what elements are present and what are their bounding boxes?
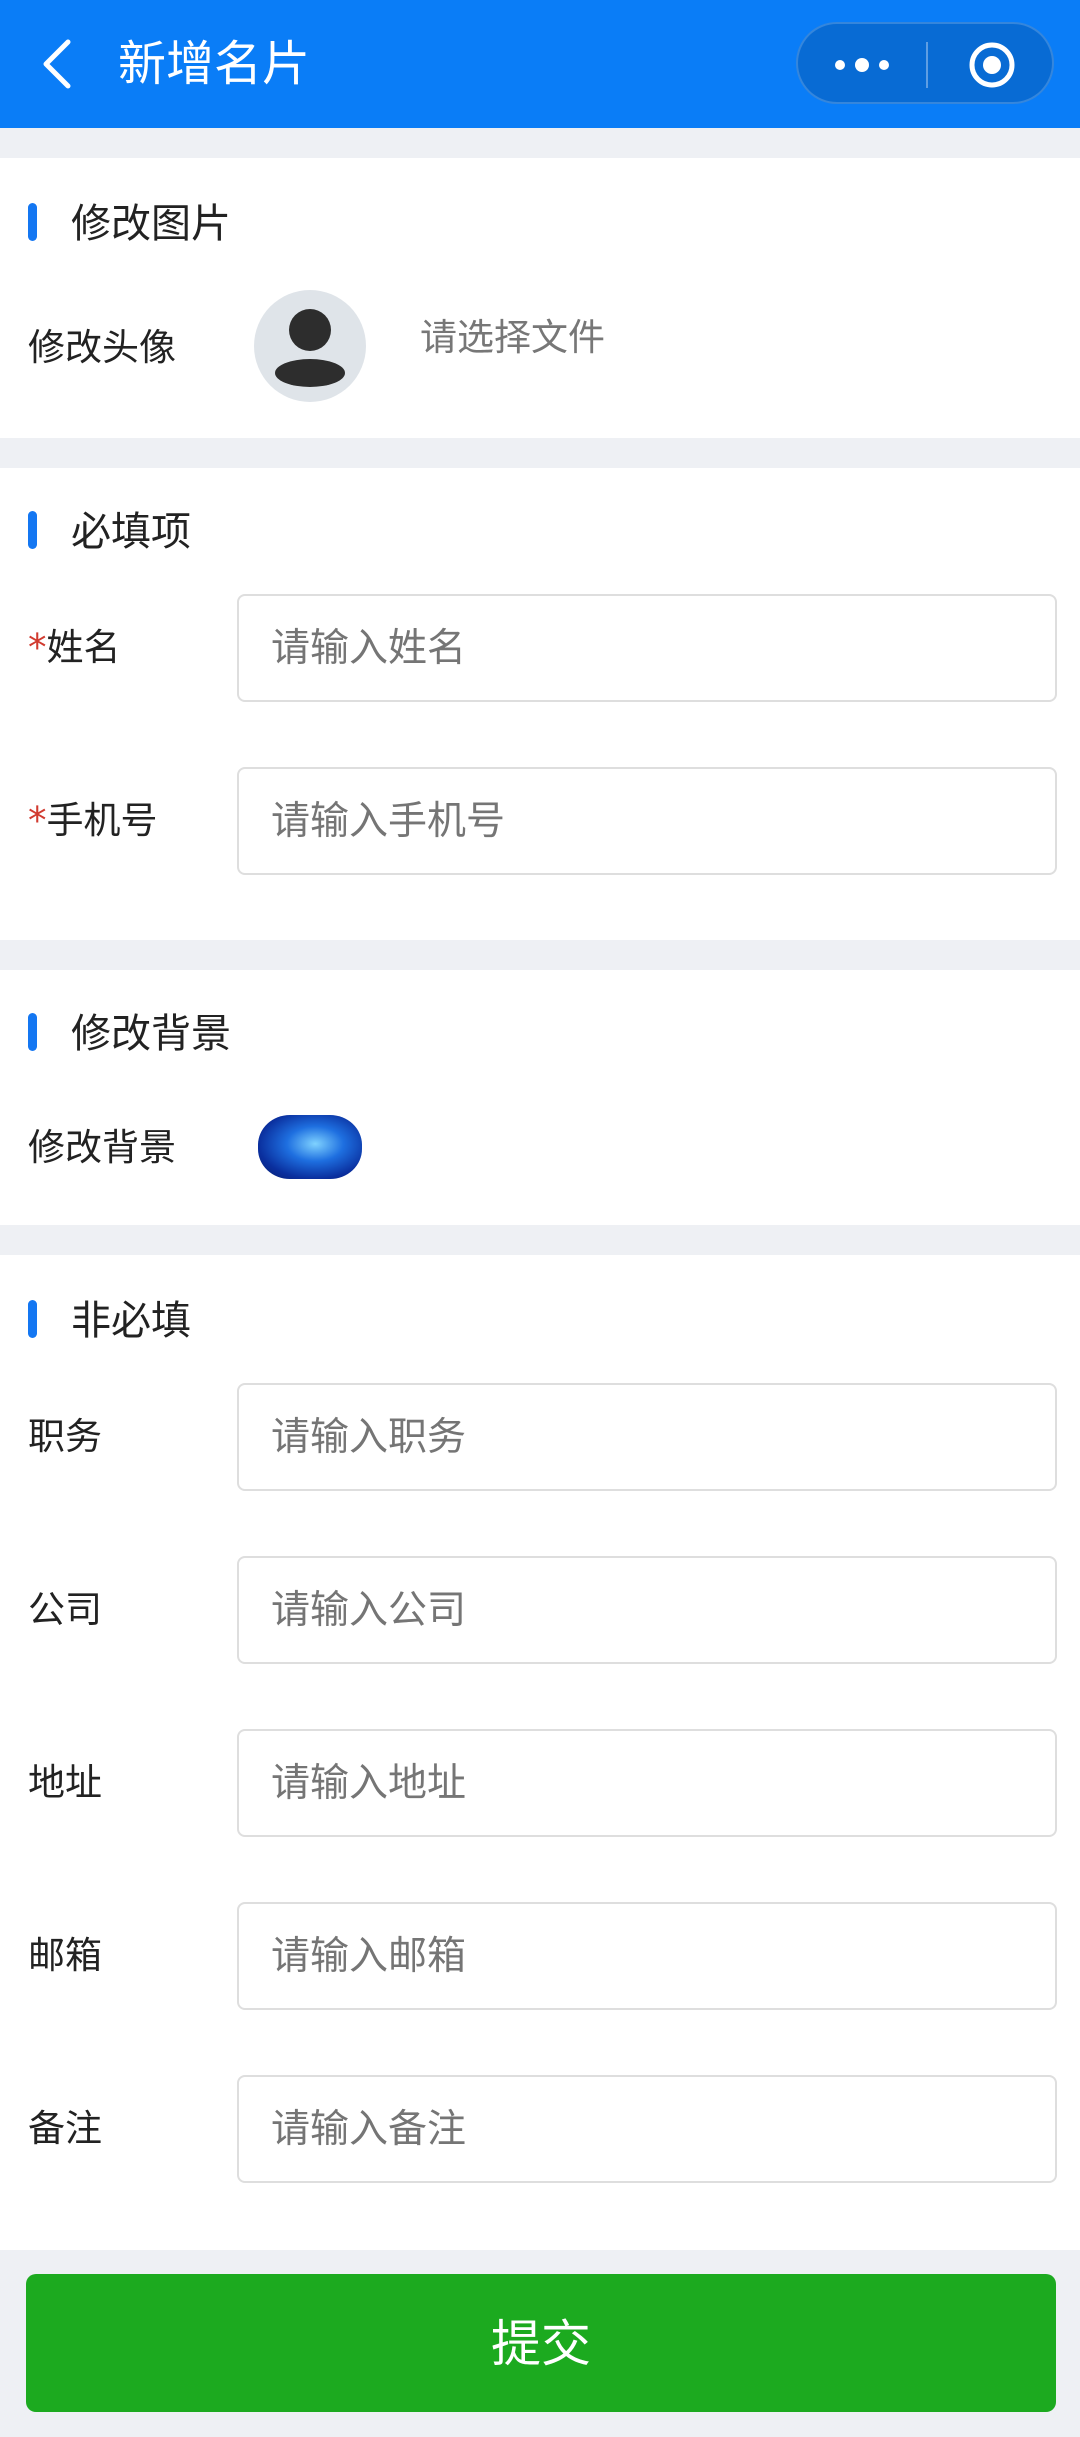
section-title-optional: 非必填 — [28, 1293, 191, 1349]
section-image: 修改图片 修改头像 — [0, 158, 1080, 438]
submit-button[interactable]: 提交 — [26, 2274, 1056, 2412]
company-label: 公司 — [28, 1588, 102, 1631]
navbar: 新增名片 — [0, 0, 1080, 128]
accent-bar — [28, 1300, 37, 1338]
phone-label: *手机号 — [28, 795, 158, 847]
required-star: * — [28, 799, 47, 842]
email-label: 邮箱 — [28, 1934, 102, 1977]
email-input[interactable] — [237, 1902, 1057, 2010]
capsule-menu — [796, 22, 1054, 104]
person-icon — [275, 309, 345, 387]
more-dots-icon[interactable] — [832, 50, 892, 80]
remark-label: 备注 — [28, 2107, 102, 2150]
accent-bar — [28, 511, 37, 549]
accent-bar — [28, 1013, 37, 1051]
background-label: 修改背景 — [28, 1126, 176, 1169]
capsule-divider — [926, 42, 928, 88]
phone-label-text: 手机号 — [46, 799, 158, 842]
background-thumbnail[interactable] — [258, 1115, 362, 1179]
section-title-background: 修改背景 — [28, 1006, 231, 1062]
section-title-text: 必填项 — [71, 509, 191, 555]
avatar-label: 修改头像 — [28, 326, 176, 369]
required-star: * — [28, 626, 47, 669]
section-title-required: 必填项 — [28, 504, 191, 560]
position-input[interactable] — [237, 1383, 1057, 1491]
name-label: *姓名 — [28, 622, 121, 674]
section-title-text: 修改背景 — [71, 1011, 231, 1057]
section-optional: 非必填 职务 公司 地址 邮箱 备注 — [0, 1255, 1080, 2250]
section-title-text: 修改图片 — [71, 201, 231, 247]
avatar[interactable] — [254, 290, 366, 402]
accent-bar — [28, 203, 37, 241]
submit-bar: 提交 — [0, 2250, 1080, 2437]
address-input[interactable] — [237, 1729, 1057, 1837]
company-input[interactable] — [237, 1556, 1057, 1664]
name-input[interactable] — [237, 594, 1057, 702]
chevron-left-icon[interactable] — [38, 38, 78, 90]
section-background: 修改背景 修改背景 — [0, 970, 1080, 1225]
choose-file-link[interactable]: 请选择文件 — [420, 312, 605, 364]
section-title-text: 非必填 — [71, 1298, 191, 1344]
address-label: 地址 — [28, 1761, 102, 1804]
section-required: 必填项 *姓名 *手机号 — [0, 468, 1080, 940]
position-label: 职务 — [28, 1415, 102, 1458]
section-title-image: 修改图片 — [28, 196, 231, 252]
phone-input[interactable] — [237, 767, 1057, 875]
remark-input[interactable] — [237, 2075, 1057, 2183]
target-circle-icon[interactable] — [968, 41, 1016, 89]
name-label-text: 姓名 — [46, 626, 121, 669]
page-title: 新增名片 — [118, 36, 311, 92]
